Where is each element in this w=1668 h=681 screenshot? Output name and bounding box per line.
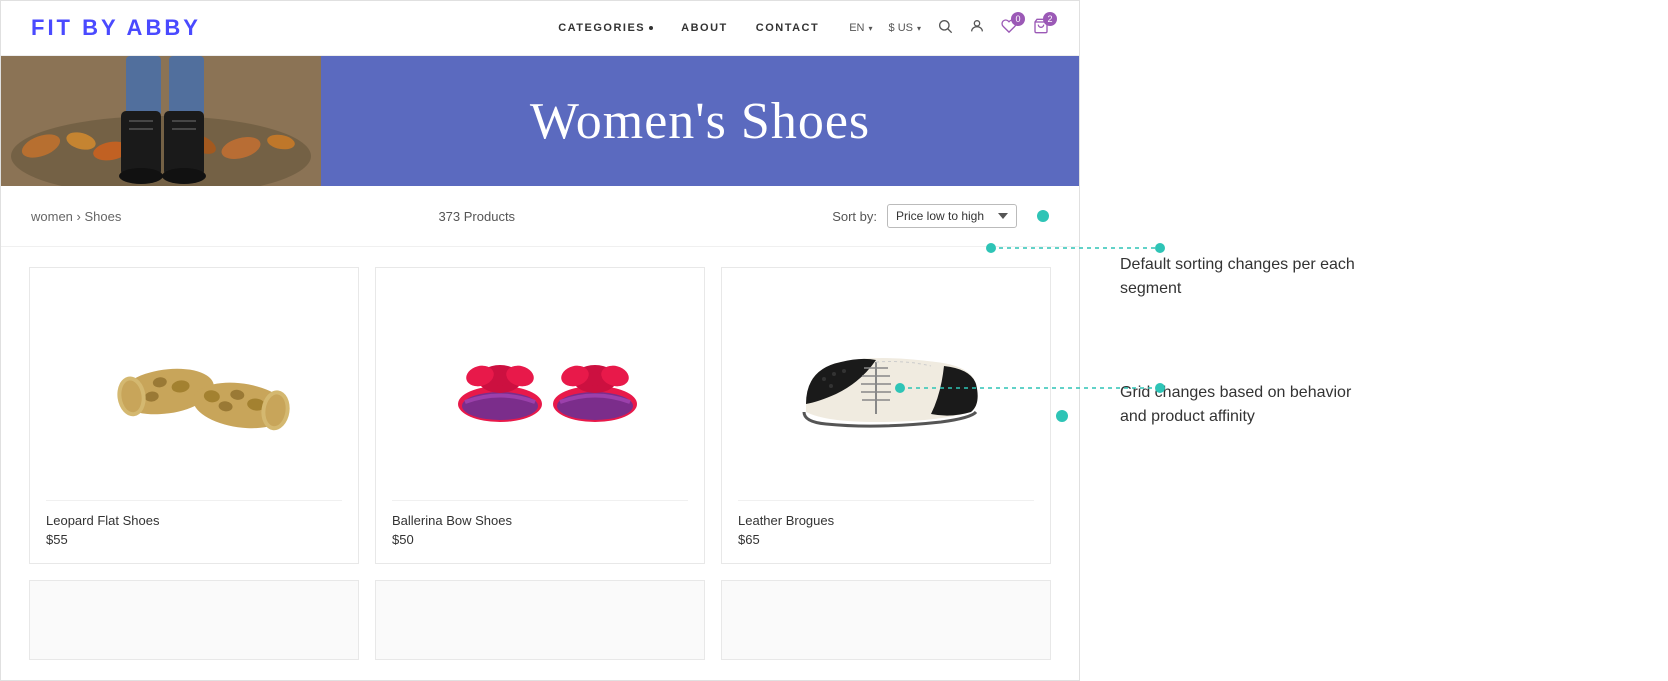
breadcrumb[interactable]: women › Shoes <box>31 209 121 224</box>
controls-bar: women › Shoes 373 Products Sort by: Pric… <box>1 186 1079 247</box>
empty-card-1 <box>29 580 359 660</box>
product-image-leopard <box>46 284 342 484</box>
grid-indicator-dot <box>1056 410 1068 422</box>
product-image-ballerina <box>392 284 688 484</box>
leopard-shoe-svg <box>94 294 294 474</box>
account-button[interactable] <box>969 18 985 39</box>
sort-indicator-dot <box>1037 210 1049 222</box>
product-name-leopard: Leopard Flat Shoes <box>46 513 342 528</box>
currency-dropdown-arrow: ▾ <box>917 24 921 33</box>
product-info-ballerina: Ballerina Bow Shoes $50 <box>392 500 688 547</box>
product-card-ballerina[interactable]: Ballerina Bow Shoes $50 <box>375 267 705 564</box>
brogue-shoe-svg <box>776 294 996 474</box>
annotation-grid-text: Grid changes based on behavior and produ… <box>1120 381 1380 429</box>
hero-background-svg <box>1 56 321 186</box>
nav-about[interactable]: ABOUT <box>681 22 728 34</box>
hero-title-area: Women's Shoes <box>321 56 1079 186</box>
product-name-ballerina: Ballerina Bow Shoes <box>392 513 688 528</box>
nav-categories[interactable]: CATEGORIES <box>558 22 653 34</box>
cart-button[interactable]: 2 <box>1033 18 1049 39</box>
logo[interactable]: FIT BY ABBY <box>31 15 201 41</box>
product-card-leopard[interactable]: Leopard Flat Shoes $55 <box>29 267 359 564</box>
annotation-sorting: Default sorting changes per each segment <box>1120 253 1628 301</box>
hero-image <box>1 56 321 186</box>
search-button[interactable] <box>937 18 953 39</box>
wishlist-button[interactable]: 0 <box>1001 18 1017 39</box>
cart-badge: 2 <box>1043 12 1057 26</box>
product-price-brogue: $65 <box>738 532 1034 547</box>
product-info-brogue: Leather Brogues $65 <box>738 500 1034 547</box>
lang-dropdown-arrow: ▾ <box>869 24 873 33</box>
page-title: Women's Shoes <box>530 92 870 151</box>
header-icons: EN ▾ $ US ▾ <box>849 18 1049 39</box>
product-card-brogue[interactable]: Leather Brogues $65 <box>721 267 1051 564</box>
empty-card-3 <box>721 580 1051 660</box>
sort-select[interactable]: Price low to high Price high to low Newe… <box>887 204 1017 228</box>
product-image-brogue <box>738 284 1034 484</box>
annotation-grid: Grid changes based on behavior and produ… <box>1120 381 1628 429</box>
annotations-panel: Default sorting changes per each segment… <box>1080 0 1668 681</box>
header: FIT BY ABBY CATEGORIES ABOUT CONTACT EN … <box>1 1 1079 56</box>
hero-banner: Women's Shoes <box>1 56 1079 186</box>
product-price-leopard: $55 <box>46 532 342 547</box>
product-info-leopard: Leopard Flat Shoes $55 <box>46 500 342 547</box>
product-grid: Leopard Flat Shoes $55 <box>1 247 1079 680</box>
nav-contact[interactable]: CONTACT <box>756 22 819 34</box>
ballerina-shoe-svg <box>440 294 640 474</box>
product-name-brogue: Leather Brogues <box>738 513 1034 528</box>
sort-label: Sort by: <box>832 209 877 224</box>
nav: CATEGORIES ABOUT CONTACT <box>558 22 819 34</box>
sort-area: Sort by: Price low to high Price high to… <box>832 204 1017 228</box>
currency-selector[interactable]: $ US ▾ <box>889 22 921 34</box>
product-count: 373 Products <box>438 209 515 224</box>
annotation-sorting-text: Default sorting changes per each segment <box>1120 253 1380 301</box>
dropdown-indicator-categories <box>649 26 653 30</box>
wishlist-badge: 0 <box>1011 12 1025 26</box>
product-price-ballerina: $50 <box>392 532 688 547</box>
language-selector[interactable]: EN ▾ <box>849 22 872 34</box>
empty-card-2 <box>375 580 705 660</box>
